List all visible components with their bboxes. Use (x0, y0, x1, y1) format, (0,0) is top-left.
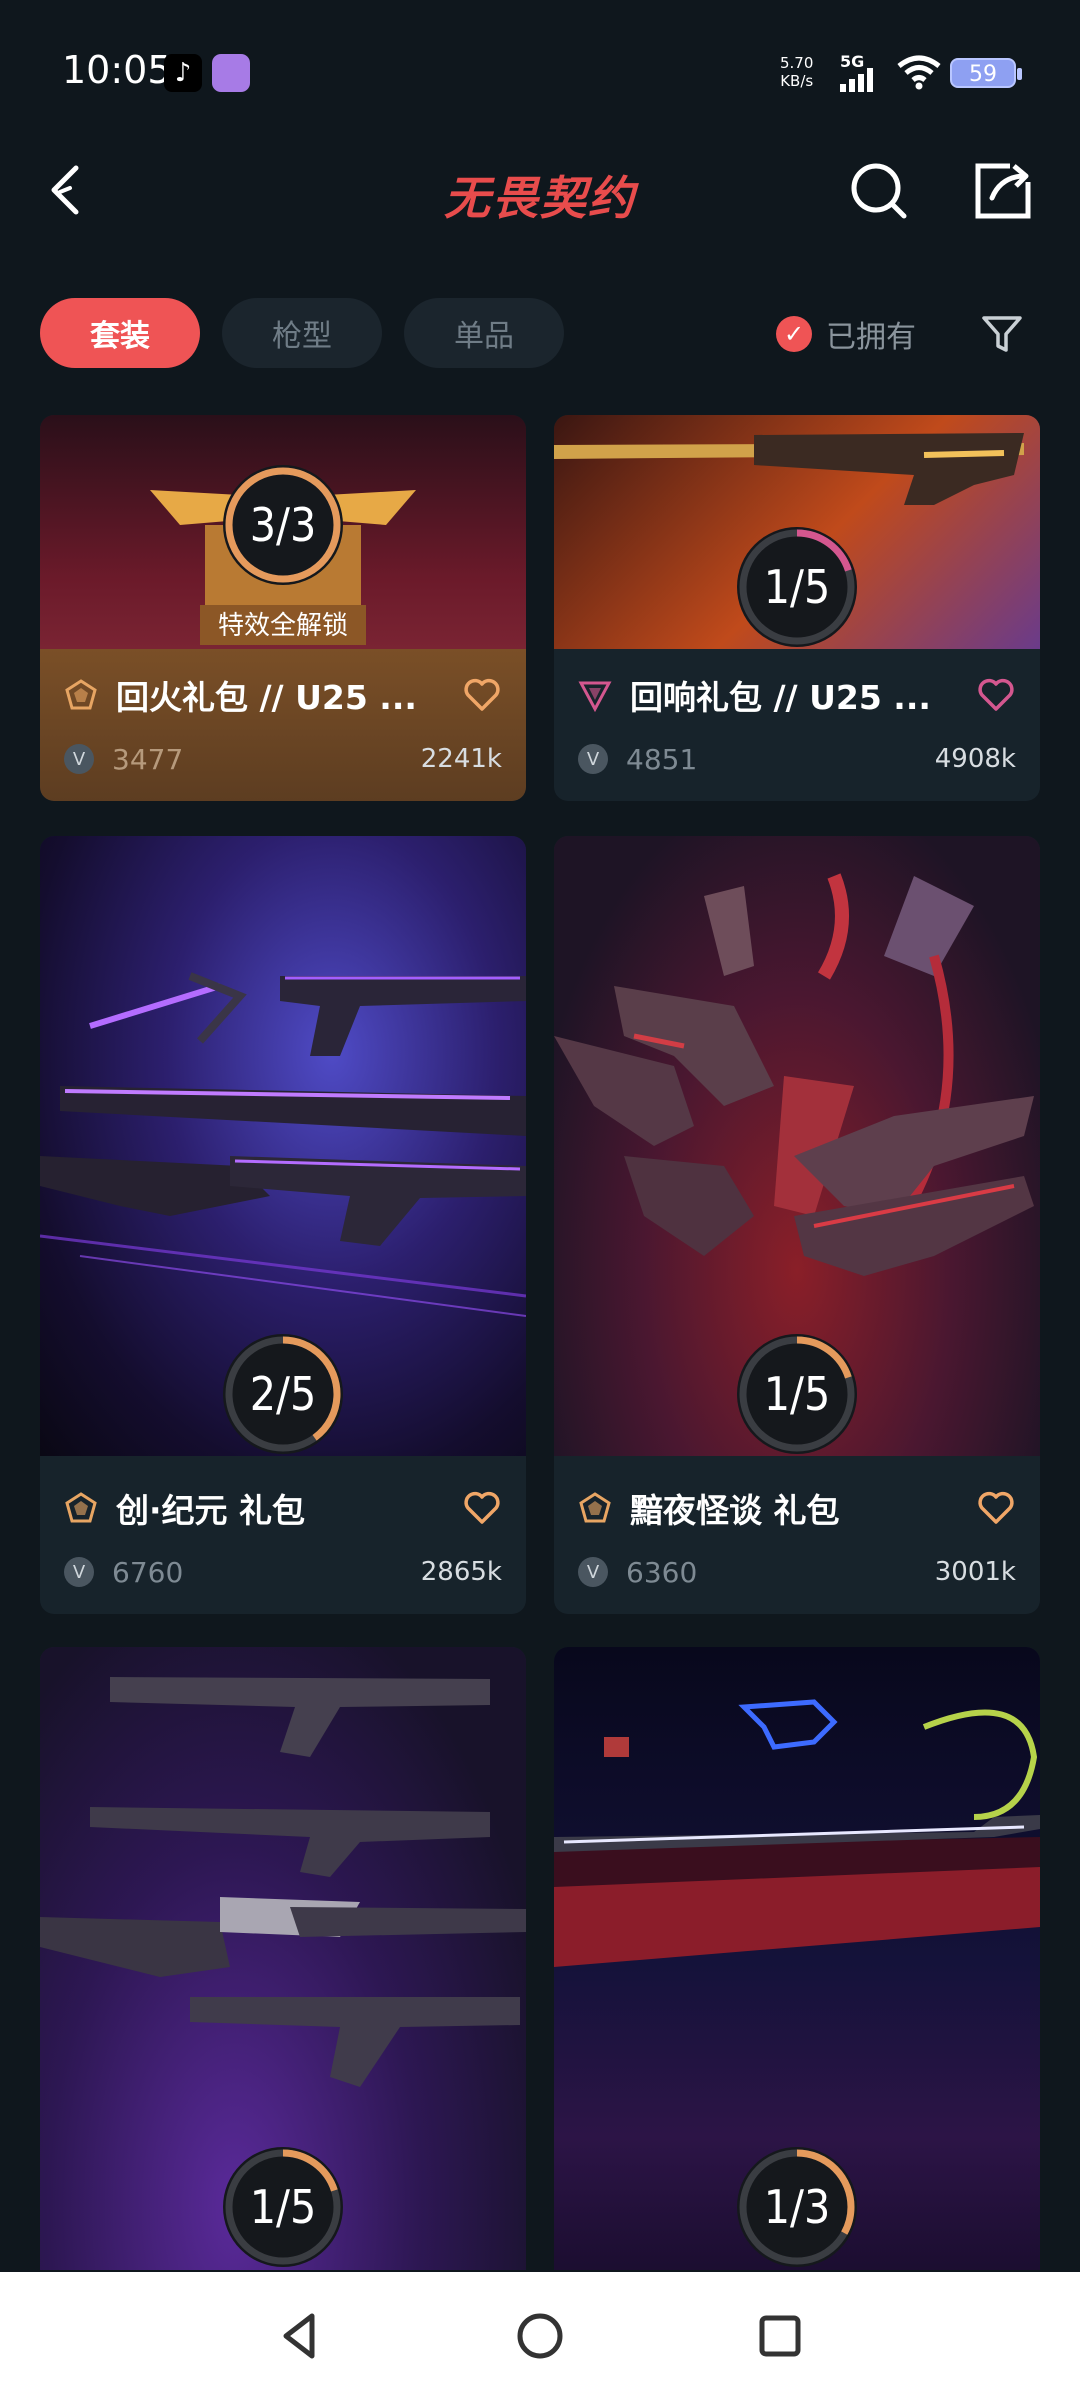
bundle-card[interactable]: 3/3 特效全解锁 回火礼包 // U25 ... V 3477 2241k (40, 415, 526, 801)
bundle-artwork: 1/3 (554, 1647, 1040, 2270)
like-count: 2865k (420, 1557, 502, 1587)
progress-text: 1/5 (763, 560, 831, 614)
heart-icon[interactable] (976, 675, 1016, 715)
tier-badge-icon (65, 679, 97, 710)
check-icon: ✓ (776, 316, 812, 352)
tier-badge-icon (579, 1492, 611, 1523)
progress-text: 3/3 (249, 498, 317, 552)
bundle-artwork: 1/5 (554, 836, 1040, 1456)
heart-icon[interactable] (976, 1488, 1016, 1528)
status-bar: 10:05 ♪ 5.70 KB/s 5G 59 (0, 0, 1080, 140)
heart-icon[interactable] (462, 1488, 502, 1528)
bundle-name: 黯夜怪谈 礼包 (630, 1491, 840, 1530)
like-count: 3001k (934, 1557, 1016, 1587)
battery-icon: 59 (950, 58, 1022, 88)
like-count: 2241k (420, 744, 502, 774)
vp-currency-icon: V (64, 1557, 94, 1587)
progress-ring: 1/5 (735, 1332, 859, 1456)
bundle-name: 回火礼包 // U25 ... (116, 678, 417, 717)
bundle-card[interactable]: 2/5 创·纪元 礼包 V 6760 2865k (40, 836, 526, 1614)
owned-label: 已拥有 (826, 320, 916, 355)
status-time: 10:05 (62, 48, 172, 92)
progress-text: 1/5 (763, 1367, 831, 1421)
tab-bundles[interactable]: 套装 (40, 298, 200, 368)
top-app-bar: 无畏契约 (0, 140, 1080, 250)
bundle-info: 创·纪元 礼包 V 6760 2865k (40, 1462, 526, 1614)
bundle-info: 黯夜怪谈 礼包 V 6360 3001k (554, 1462, 1040, 1614)
vp-currency-icon: V (64, 744, 94, 774)
progress-text: 1/5 (249, 2180, 317, 2234)
bundle-price: 6760 (112, 1555, 184, 1589)
vp-currency-icon: V (578, 744, 608, 774)
share-icon[interactable] (970, 158, 1034, 222)
network-speed-unit: KB/s (780, 72, 814, 90)
progress-ring: 3/3 (221, 463, 345, 587)
tab-single-item[interactable]: 单品 (404, 298, 564, 368)
tier-badge-icon (65, 1492, 97, 1523)
network-speed: 5.70 KB/s (780, 54, 813, 90)
bundle-price: 3477 (112, 742, 184, 776)
progress-ring: 1/5 (735, 525, 859, 649)
nav-back-icon[interactable] (270, 2306, 330, 2366)
progress-ring: 1/5 (221, 2145, 345, 2269)
bundle-artwork: 3/3 特效全解锁 (40, 415, 526, 649)
nav-recents-icon[interactable] (750, 2306, 810, 2366)
bundle-grid: 3/3 特效全解锁 回火礼包 // U25 ... V 3477 2241k 1… (40, 415, 1040, 2270)
bundle-card[interactable]: 1/3 (554, 1647, 1040, 2270)
system-navigation-bar (0, 2272, 1080, 2400)
vp-currency-icon: V (578, 1557, 608, 1587)
nav-home-icon[interactable] (510, 2306, 570, 2366)
bundle-info: 回响礼包 // U25 ... V 4851 4908k (554, 649, 1040, 801)
network-speed-value: 5.70 (780, 54, 814, 72)
bundle-card[interactable]: 1/5 (40, 1647, 526, 2270)
bundle-price: 6360 (626, 1555, 698, 1589)
app-notification-icon (212, 54, 250, 92)
category-tabs: 套装 枪型 单品 ✓ 已拥有 (40, 298, 1040, 368)
tab-gun-type[interactable]: 枪型 (222, 298, 382, 368)
page-title: 无畏契约 (444, 171, 636, 225)
bundle-price: 4851 (626, 742, 698, 776)
bundle-artwork: 1/5 (40, 1647, 526, 2270)
bundle-name: 创·纪元 礼包 (116, 1491, 306, 1530)
tier-badge-icon (578, 681, 612, 712)
progress-text: 2/5 (249, 1367, 317, 1421)
bundle-card[interactable]: 1/5 回响礼包 // U25 ... V 4851 4908k (554, 415, 1040, 801)
wifi-icon (897, 55, 941, 90)
heart-icon[interactable] (462, 675, 502, 715)
bundle-card[interactable]: 1/5 黯夜怪谈 礼包 V 6360 3001k (554, 836, 1040, 1614)
search-icon[interactable] (848, 158, 912, 222)
tiktok-notification-icon: ♪ (164, 54, 202, 92)
signal-type: 5G (840, 52, 865, 71)
progress-text: 1/3 (763, 2180, 831, 2234)
bundle-name: 回响礼包 // U25 ... (630, 678, 931, 717)
progress-ring: 1/3 (735, 2145, 859, 2269)
like-count: 4908k (934, 744, 1016, 774)
owned-filter-toggle[interactable]: ✓ 已拥有 (776, 312, 916, 356)
bundle-info: 回火礼包 // U25 ... V 3477 2241k (40, 649, 526, 801)
bundle-artwork: 2/5 (40, 836, 526, 1456)
bundle-artwork: 1/5 (554, 415, 1040, 649)
unlock-label: 特效全解锁 (217, 611, 348, 641)
progress-ring: 2/5 (221, 1332, 345, 1456)
filter-icon[interactable] (980, 312, 1024, 356)
